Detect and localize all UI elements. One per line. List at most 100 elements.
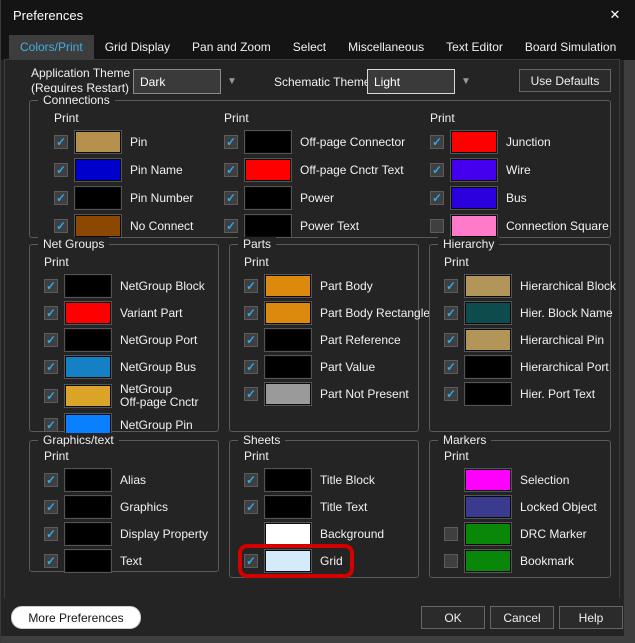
color-swatch[interactable] xyxy=(265,329,311,351)
print-checkbox[interactable]: ✓ xyxy=(224,163,238,177)
close-icon[interactable]: ✕ xyxy=(606,7,624,23)
ok-button[interactable]: OK xyxy=(421,606,485,629)
print-checkbox[interactable]: ✓ xyxy=(444,306,458,320)
print-checkbox[interactable]: ✓ xyxy=(224,191,238,205)
color-swatch[interactable] xyxy=(265,275,311,297)
print-checkbox[interactable]: ✓ xyxy=(224,135,238,149)
print-checkbox[interactable]: ✓ xyxy=(44,500,58,514)
tab-select[interactable]: Select xyxy=(282,35,337,60)
tab-miscellaneous[interactable]: Miscellaneous xyxy=(337,35,435,60)
print-checkbox[interactable]: ✓ xyxy=(44,306,58,320)
tab-board-simulation[interactable]: Board Simulation xyxy=(514,35,627,60)
tab-colors-print[interactable]: Colors/Print xyxy=(9,35,94,60)
color-swatch[interactable] xyxy=(451,159,497,181)
color-swatch[interactable] xyxy=(245,215,291,237)
color-swatch[interactable] xyxy=(245,187,291,209)
print-checkbox[interactable]: ✓ xyxy=(44,418,58,432)
print-checkbox[interactable]: ✓ xyxy=(244,306,258,320)
color-swatch[interactable] xyxy=(265,550,311,572)
print-checkbox[interactable]: ✓ xyxy=(44,360,58,374)
color-swatch[interactable] xyxy=(451,215,497,237)
color-swatch[interactable] xyxy=(75,215,121,237)
color-swatch[interactable] xyxy=(465,383,511,405)
color-swatch[interactable] xyxy=(465,550,511,572)
help-button[interactable]: Help xyxy=(559,606,623,629)
color-swatch[interactable] xyxy=(265,302,311,324)
print-checkbox[interactable]: ✓ xyxy=(44,279,58,293)
print-checkbox[interactable]: ✓ xyxy=(54,219,68,233)
color-swatch[interactable] xyxy=(465,302,511,324)
print-checkbox[interactable] xyxy=(444,554,458,568)
use-defaults-button[interactable]: Use Defaults xyxy=(519,69,611,92)
color-swatch[interactable] xyxy=(65,385,111,407)
color-swatch[interactable] xyxy=(75,187,121,209)
print-checkbox[interactable]: ✓ xyxy=(44,333,58,347)
scrollbar-vertical[interactable] xyxy=(623,60,635,636)
print-checkbox[interactable]: ✓ xyxy=(44,473,58,487)
more-preferences-button[interactable]: More Preferences xyxy=(11,606,141,629)
color-label: Pin xyxy=(130,136,147,149)
color-swatch[interactable] xyxy=(465,329,511,351)
print-checkbox[interactable] xyxy=(444,527,458,541)
tab-text-editor[interactable]: Text Editor xyxy=(435,35,514,60)
color-swatch[interactable] xyxy=(265,496,311,518)
print-checkbox[interactable]: ✓ xyxy=(244,554,258,568)
chevron-down-icon[interactable]: ▼ xyxy=(455,69,477,94)
color-row-part-value: ✓Part Value xyxy=(244,356,430,378)
color-swatch[interactable] xyxy=(65,302,111,324)
color-swatch[interactable] xyxy=(265,523,311,545)
color-swatch[interactable] xyxy=(451,131,497,153)
application-theme-select[interactable]: Dark ▼ xyxy=(133,69,243,94)
color-swatch[interactable] xyxy=(65,275,111,297)
print-checkbox[interactable]: ✓ xyxy=(244,279,258,293)
print-checkbox[interactable]: ✓ xyxy=(224,219,238,233)
print-checkbox[interactable]: ✓ xyxy=(430,191,444,205)
color-swatch[interactable] xyxy=(265,383,311,405)
print-checkbox[interactable]: ✓ xyxy=(444,333,458,347)
color-swatch[interactable] xyxy=(65,496,111,518)
print-checkbox[interactable]: ✓ xyxy=(54,163,68,177)
color-swatch[interactable] xyxy=(465,275,511,297)
print-column-header: Print xyxy=(44,255,205,269)
color-swatch[interactable] xyxy=(65,550,111,572)
color-swatch[interactable] xyxy=(65,329,111,351)
print-checkbox[interactable]: ✓ xyxy=(430,135,444,149)
color-swatch[interactable] xyxy=(465,523,511,545)
print-checkbox[interactable]: ✓ xyxy=(244,333,258,347)
print-checkbox[interactable]: ✓ xyxy=(54,135,68,149)
print-checkbox[interactable]: ✓ xyxy=(54,191,68,205)
tab-pan-and-zoom[interactable]: Pan and Zoom xyxy=(181,35,282,60)
print-checkbox[interactable]: ✓ xyxy=(44,527,58,541)
color-swatch[interactable] xyxy=(245,159,291,181)
color-swatch[interactable] xyxy=(465,496,511,518)
print-checkbox[interactable]: ✓ xyxy=(244,500,258,514)
color-row-locked-object: Locked Object xyxy=(444,496,597,518)
color-swatch[interactable] xyxy=(75,159,121,181)
color-swatch[interactable] xyxy=(465,469,511,491)
tab-grid-display[interactable]: Grid Display xyxy=(94,35,181,60)
color-label: NetGroup Pin xyxy=(120,419,193,432)
color-swatch[interactable] xyxy=(265,356,311,378)
print-checkbox[interactable]: ✓ xyxy=(244,387,258,401)
print-checkbox[interactable]: ✓ xyxy=(444,279,458,293)
print-checkbox[interactable]: ✓ xyxy=(444,387,458,401)
print-checkbox[interactable]: ✓ xyxy=(244,473,258,487)
print-checkbox[interactable]: ✓ xyxy=(44,554,58,568)
print-checkbox[interactable]: ✓ xyxy=(244,360,258,374)
print-checkbox[interactable] xyxy=(430,219,444,233)
color-swatch[interactable] xyxy=(265,469,311,491)
color-swatch[interactable] xyxy=(65,469,111,491)
print-checkbox[interactable]: ✓ xyxy=(44,389,58,403)
color-row-hier-block-name: ✓Hier. Block Name xyxy=(444,302,616,324)
chevron-down-icon[interactable]: ▼ xyxy=(221,69,243,94)
cancel-button[interactable]: Cancel xyxy=(490,606,554,629)
print-checkbox[interactable]: ✓ xyxy=(430,163,444,177)
schematic-theme-select[interactable]: Light ▼ xyxy=(367,69,477,94)
color-swatch[interactable] xyxy=(245,131,291,153)
color-swatch[interactable] xyxy=(65,523,111,545)
color-swatch[interactable] xyxy=(465,356,511,378)
color-swatch[interactable] xyxy=(65,356,111,378)
color-swatch[interactable] xyxy=(75,131,121,153)
color-swatch[interactable] xyxy=(451,187,497,209)
print-checkbox[interactable]: ✓ xyxy=(444,360,458,374)
